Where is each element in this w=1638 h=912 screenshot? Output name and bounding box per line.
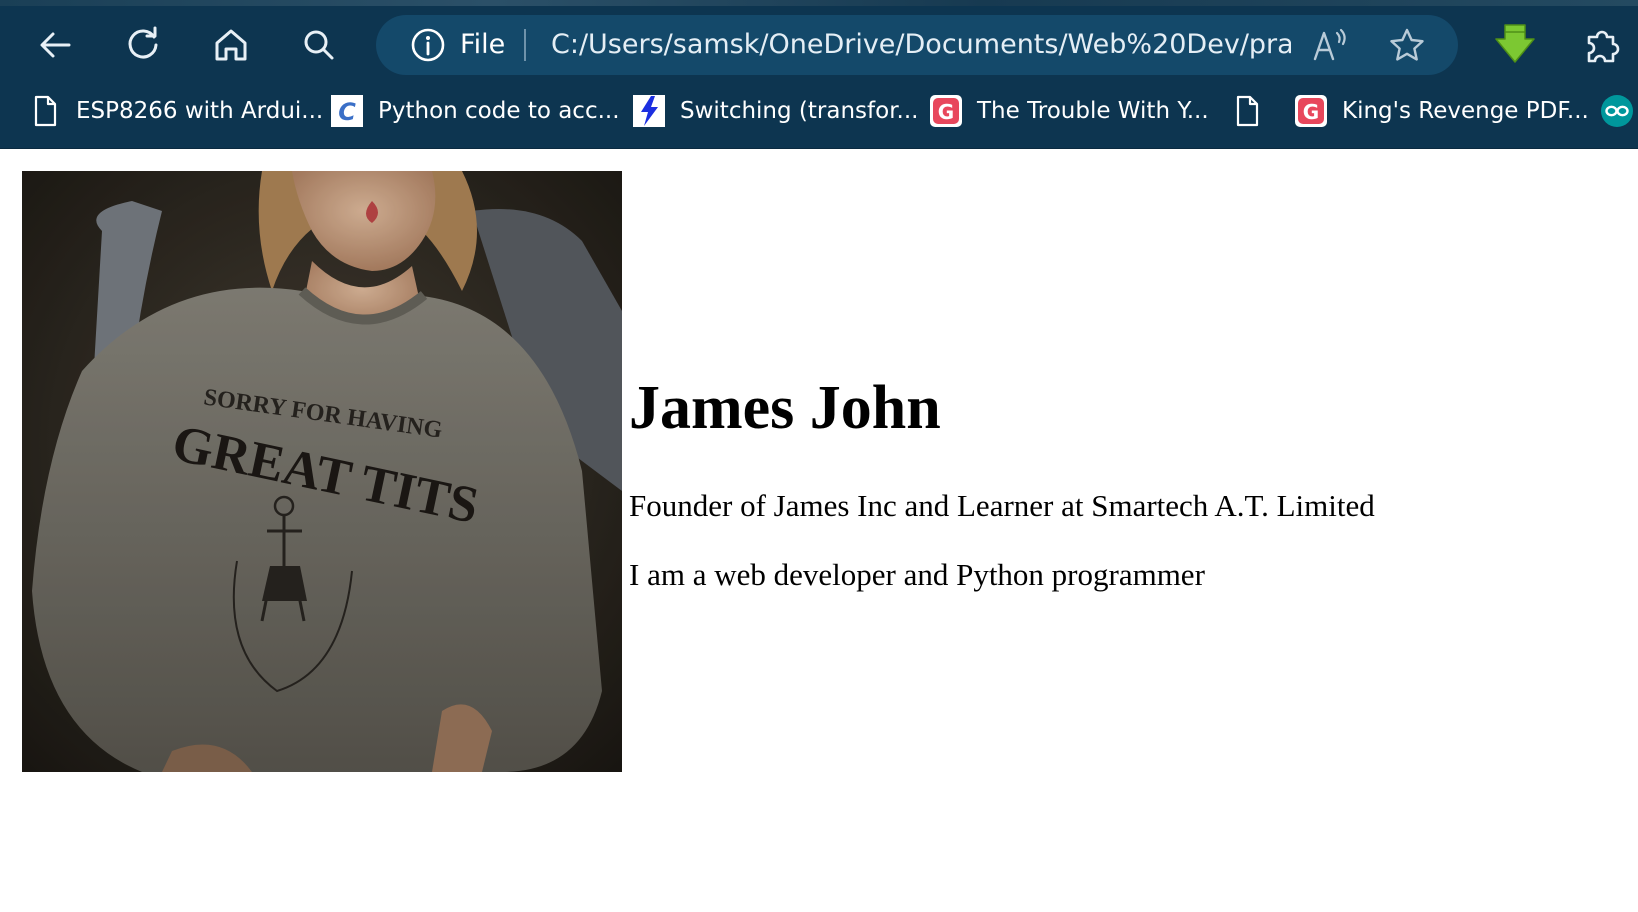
profile-description: I am a web developer and Python programm…: [629, 555, 1205, 595]
home-icon: [211, 25, 251, 65]
bookmark-label: Python code to acc...: [378, 98, 620, 124]
home-button[interactable]: [206, 20, 256, 70]
search-button[interactable]: [294, 20, 344, 70]
document-icon: [1230, 94, 1264, 128]
bookmark-label: The Trouble With Y...: [977, 98, 1209, 124]
download-icon[interactable]: [1492, 22, 1538, 68]
svg-text:G: G: [1303, 100, 1319, 124]
address-scheme-label: File: [460, 26, 505, 64]
info-icon[interactable]: [410, 27, 446, 63]
arduino-icon: [1600, 94, 1634, 128]
bookmarks-bar: ESP8266 with Ardui... C Python code to a…: [0, 86, 1638, 136]
bookmark-item[interactable]: [1230, 86, 1264, 136]
refresh-icon: [123, 25, 163, 65]
address-bar[interactable]: File C:/Users/samsk/OneDrive/Documents/W…: [376, 15, 1458, 75]
site-g-icon: G: [1294, 94, 1328, 128]
browser-toolbar: File C:/Users/samsk/OneDrive/Documents/W…: [0, 0, 1638, 149]
back-arrow-icon: [35, 25, 75, 65]
svg-text:G: G: [938, 100, 954, 124]
bookmark-item[interactable]: G The Trouble With Y...: [929, 86, 1209, 136]
address-url[interactable]: C:/Users/samsk/OneDrive/Documents/Web%20…: [551, 26, 1291, 64]
bookmark-label: ESP8266 with Ardui...: [76, 98, 323, 124]
profile-tagline: Founder of James Inc and Learner at Smar…: [629, 486, 1375, 526]
bookmark-item[interactable]: G King's Revenge PDF...: [1294, 86, 1589, 136]
search-icon: [299, 25, 339, 65]
back-button[interactable]: [30, 20, 80, 70]
site-lightning-icon: [632, 94, 666, 128]
profile-name: James John: [629, 368, 941, 448]
extensions-icon[interactable]: [1580, 22, 1626, 68]
address-separator: [524, 29, 526, 61]
bookmark-item[interactable]: [1600, 86, 1634, 136]
svg-text:C: C: [338, 98, 356, 126]
window-edge: [0, 0, 1638, 6]
read-aloud-icon[interactable]: [1312, 27, 1352, 63]
bookmark-item[interactable]: ESP8266 with Ardui...: [28, 86, 323, 136]
profile-photo: SORRY FOR HAVING GREAT TITS: [22, 171, 622, 772]
bookmark-label: King's Revenge PDF...: [1342, 98, 1589, 124]
bookmark-item[interactable]: Switching (transfor...: [632, 86, 918, 136]
document-icon: [28, 94, 62, 128]
refresh-button[interactable]: [118, 20, 168, 70]
favorite-star-icon[interactable]: [1388, 26, 1426, 64]
bookmark-label: Switching (transfor...: [680, 98, 918, 124]
site-g-icon: G: [929, 94, 963, 128]
site-c-icon: C: [330, 94, 364, 128]
bookmark-item[interactable]: C Python code to acc...: [330, 86, 620, 136]
